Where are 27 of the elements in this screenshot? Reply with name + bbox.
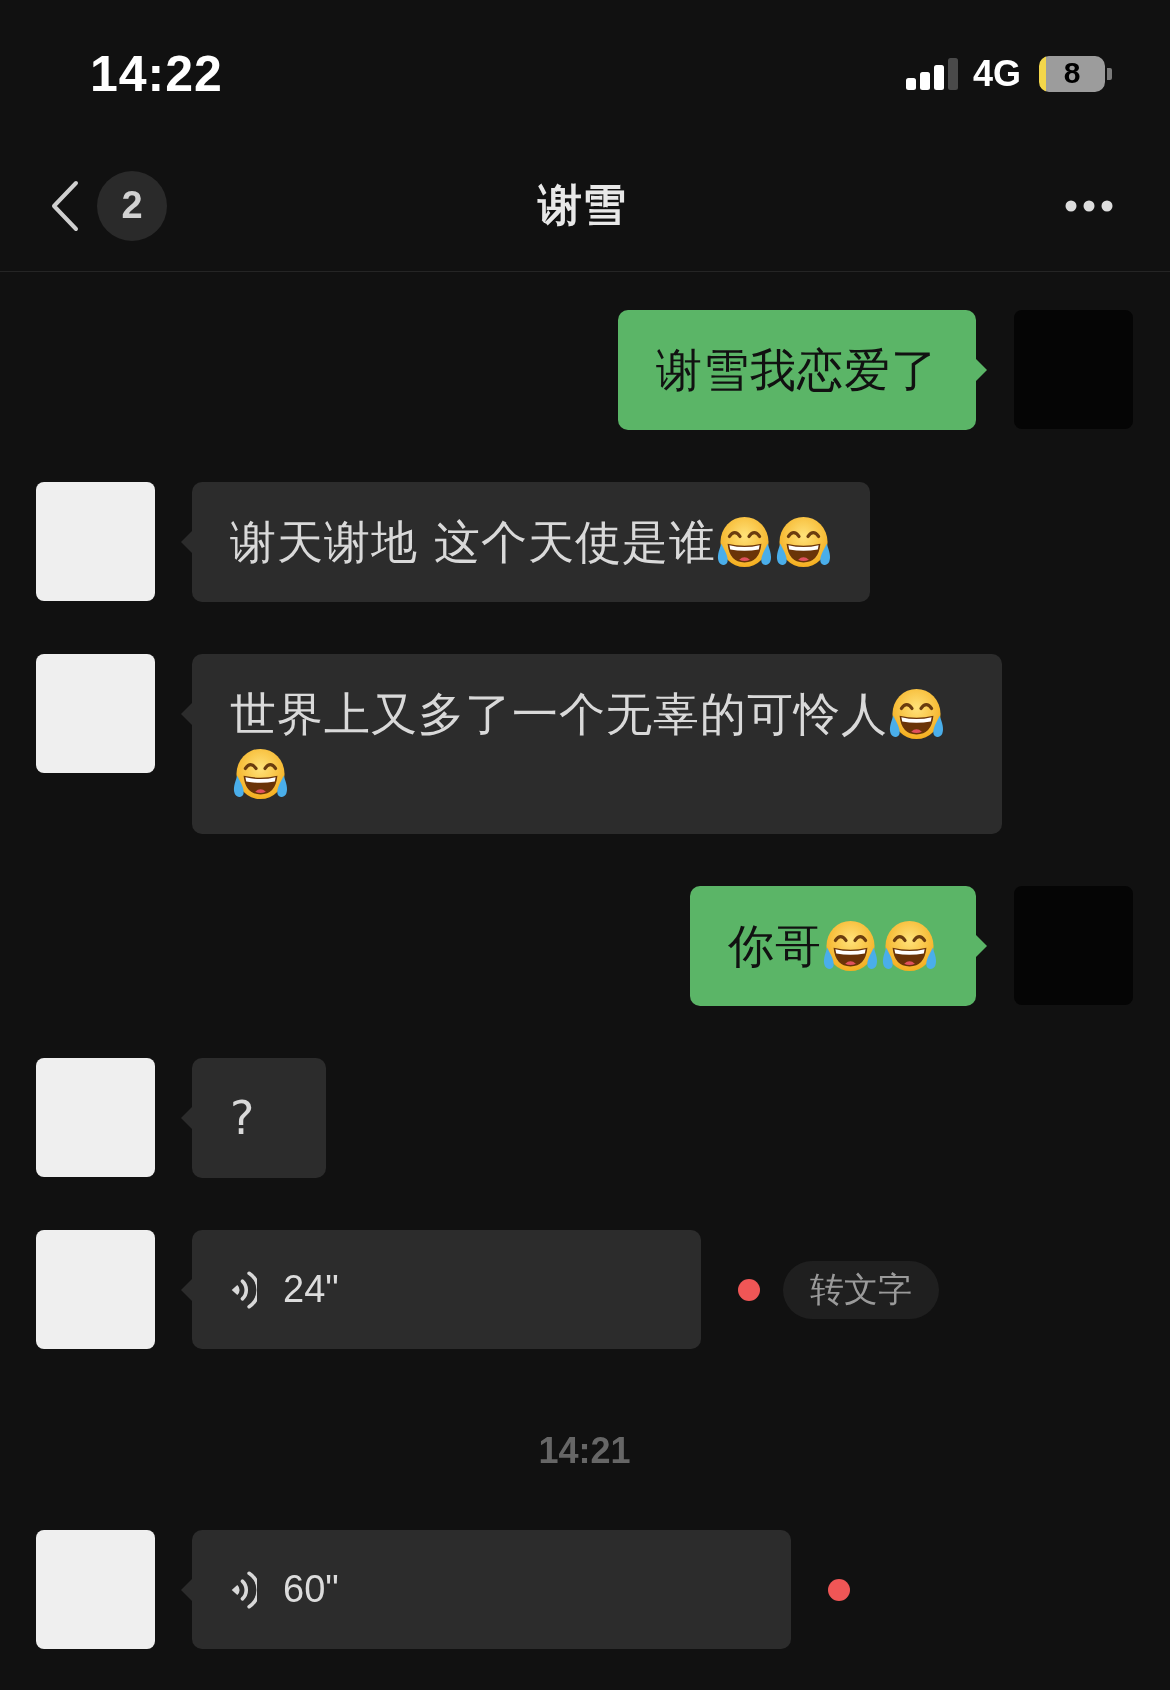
unread-count-badge: 2 — [97, 170, 167, 241]
message-text: 世界上又多了一个无辜的可怜人 — [230, 687, 888, 741]
voice-message-bubble[interactable]: 60" — [192, 1530, 791, 1649]
more-icon[interactable] — [1065, 199, 1113, 212]
message-text: 谢雪我恋爱了 — [656, 343, 938, 397]
chat-title: 谢雪 — [537, 178, 626, 232]
timestamp: 14:21 — [538, 1429, 631, 1473]
network-label: 4G — [972, 53, 1021, 95]
signal-icon — [905, 58, 958, 90]
crying-laughing-emoji-icon — [774, 516, 832, 568]
crying-laughing-emoji-icon — [881, 920, 938, 972]
battery-indicator: 8 — [1039, 56, 1112, 92]
crying-laughing-emoji-icon — [822, 920, 879, 972]
transcribe-button[interactable]: 转文字 — [783, 1260, 939, 1319]
sound-wave-icon — [230, 1569, 257, 1610]
back-icon[interactable] — [50, 179, 79, 232]
message-text: 你哥 — [728, 919, 822, 973]
message-text: 谢天谢地 这个天使是谁 — [230, 515, 716, 569]
voice-message-bubble[interactable]: 24" — [192, 1230, 701, 1349]
voice-duration: 60" — [283, 1568, 339, 1611]
voice-duration: 24" — [283, 1268, 339, 1311]
message-text: ? — [230, 1091, 256, 1145]
sound-wave-icon — [230, 1269, 257, 1310]
status-time: 14:22 — [90, 45, 223, 103]
crying-laughing-emoji-icon — [888, 688, 945, 740]
crying-laughing-emoji-icon — [715, 516, 773, 568]
crying-laughing-emoji-icon — [232, 748, 289, 800]
